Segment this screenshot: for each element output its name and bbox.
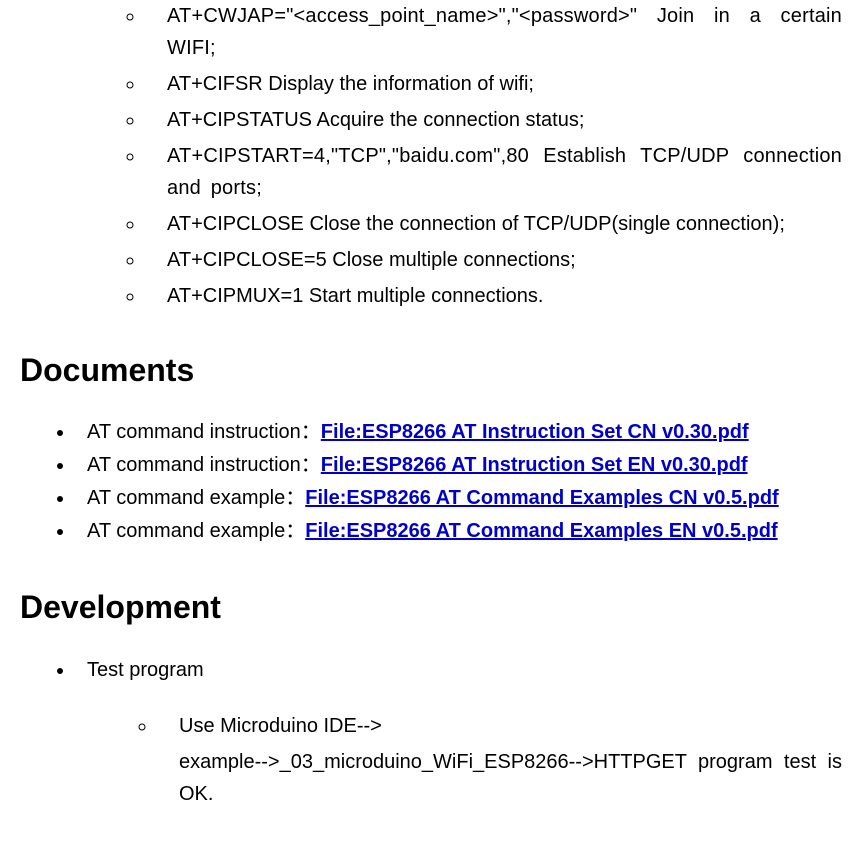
document-item: AT command instruction：File:ESP8266 AT I…: [75, 417, 842, 448]
at-command-item: AT+CIPMUX=1 Start multiple connections.: [145, 280, 842, 312]
development-item-label: Test program: [87, 659, 204, 681]
document-item: AT command example：File:ESP8266 AT Comma…: [75, 516, 842, 547]
at-command-item: AT+CWJAP="<access_point_name>","<passwor…: [145, 0, 842, 64]
at-command-item: AT+CIPSTART=4,"TCP","baidu.com",80 Estab…: [145, 140, 842, 204]
development-item: Test program Use Microduino IDE--> examp…: [75, 654, 842, 810]
development-list-inner: Use Microduino IDE--> example-->_03_micr…: [87, 710, 842, 810]
document-prefix: AT command example：: [87, 520, 305, 542]
document-item: AT command instruction：File:ESP8266 AT I…: [75, 450, 842, 481]
development-heading: Development: [20, 589, 842, 626]
document-link[interactable]: File:ESP8266 AT Instruction Set CN v0.30…: [321, 421, 749, 443]
document-prefix: AT command example：: [87, 487, 305, 509]
at-command-list: AT+CWJAP="<access_point_name>","<passwor…: [20, 0, 842, 312]
at-command-item: AT+CIPSTATUS Acquire the connection stat…: [145, 104, 842, 136]
development-subitem-line1: Use Microduino IDE-->: [179, 715, 382, 737]
document-link[interactable]: File:ESP8266 AT Instruction Set EN v0.30…: [321, 454, 748, 476]
at-command-item: AT+CIFSR Display the information of wifi…: [145, 68, 842, 100]
documents-list: AT command instruction：File:ESP8266 AT I…: [20, 417, 842, 547]
document-link[interactable]: File:ESP8266 AT Command Examples EN v0.5…: [305, 520, 777, 542]
document-link[interactable]: File:ESP8266 AT Command Examples CN v0.5…: [305, 487, 778, 509]
document-item: AT command example：File:ESP8266 AT Comma…: [75, 483, 842, 514]
at-command-item: AT+CIPCLOSE Close the connection of TCP/…: [145, 208, 842, 240]
documents-heading: Documents: [20, 352, 842, 389]
development-subitem-line2: example-->_03_microduino_WiFi_ESP8266-->…: [179, 746, 842, 810]
document-prefix: AT command instruction：: [87, 421, 321, 443]
at-command-item: AT+CIPCLOSE=5 Close multiple connections…: [145, 244, 842, 276]
document-prefix: AT command instruction：: [87, 454, 321, 476]
development-list-outer: Test program Use Microduino IDE--> examp…: [20, 654, 842, 810]
development-subitem: Use Microduino IDE--> example-->_03_micr…: [157, 710, 842, 810]
page-content: AT+CWJAP="<access_point_name>","<passwor…: [0, 0, 862, 854]
